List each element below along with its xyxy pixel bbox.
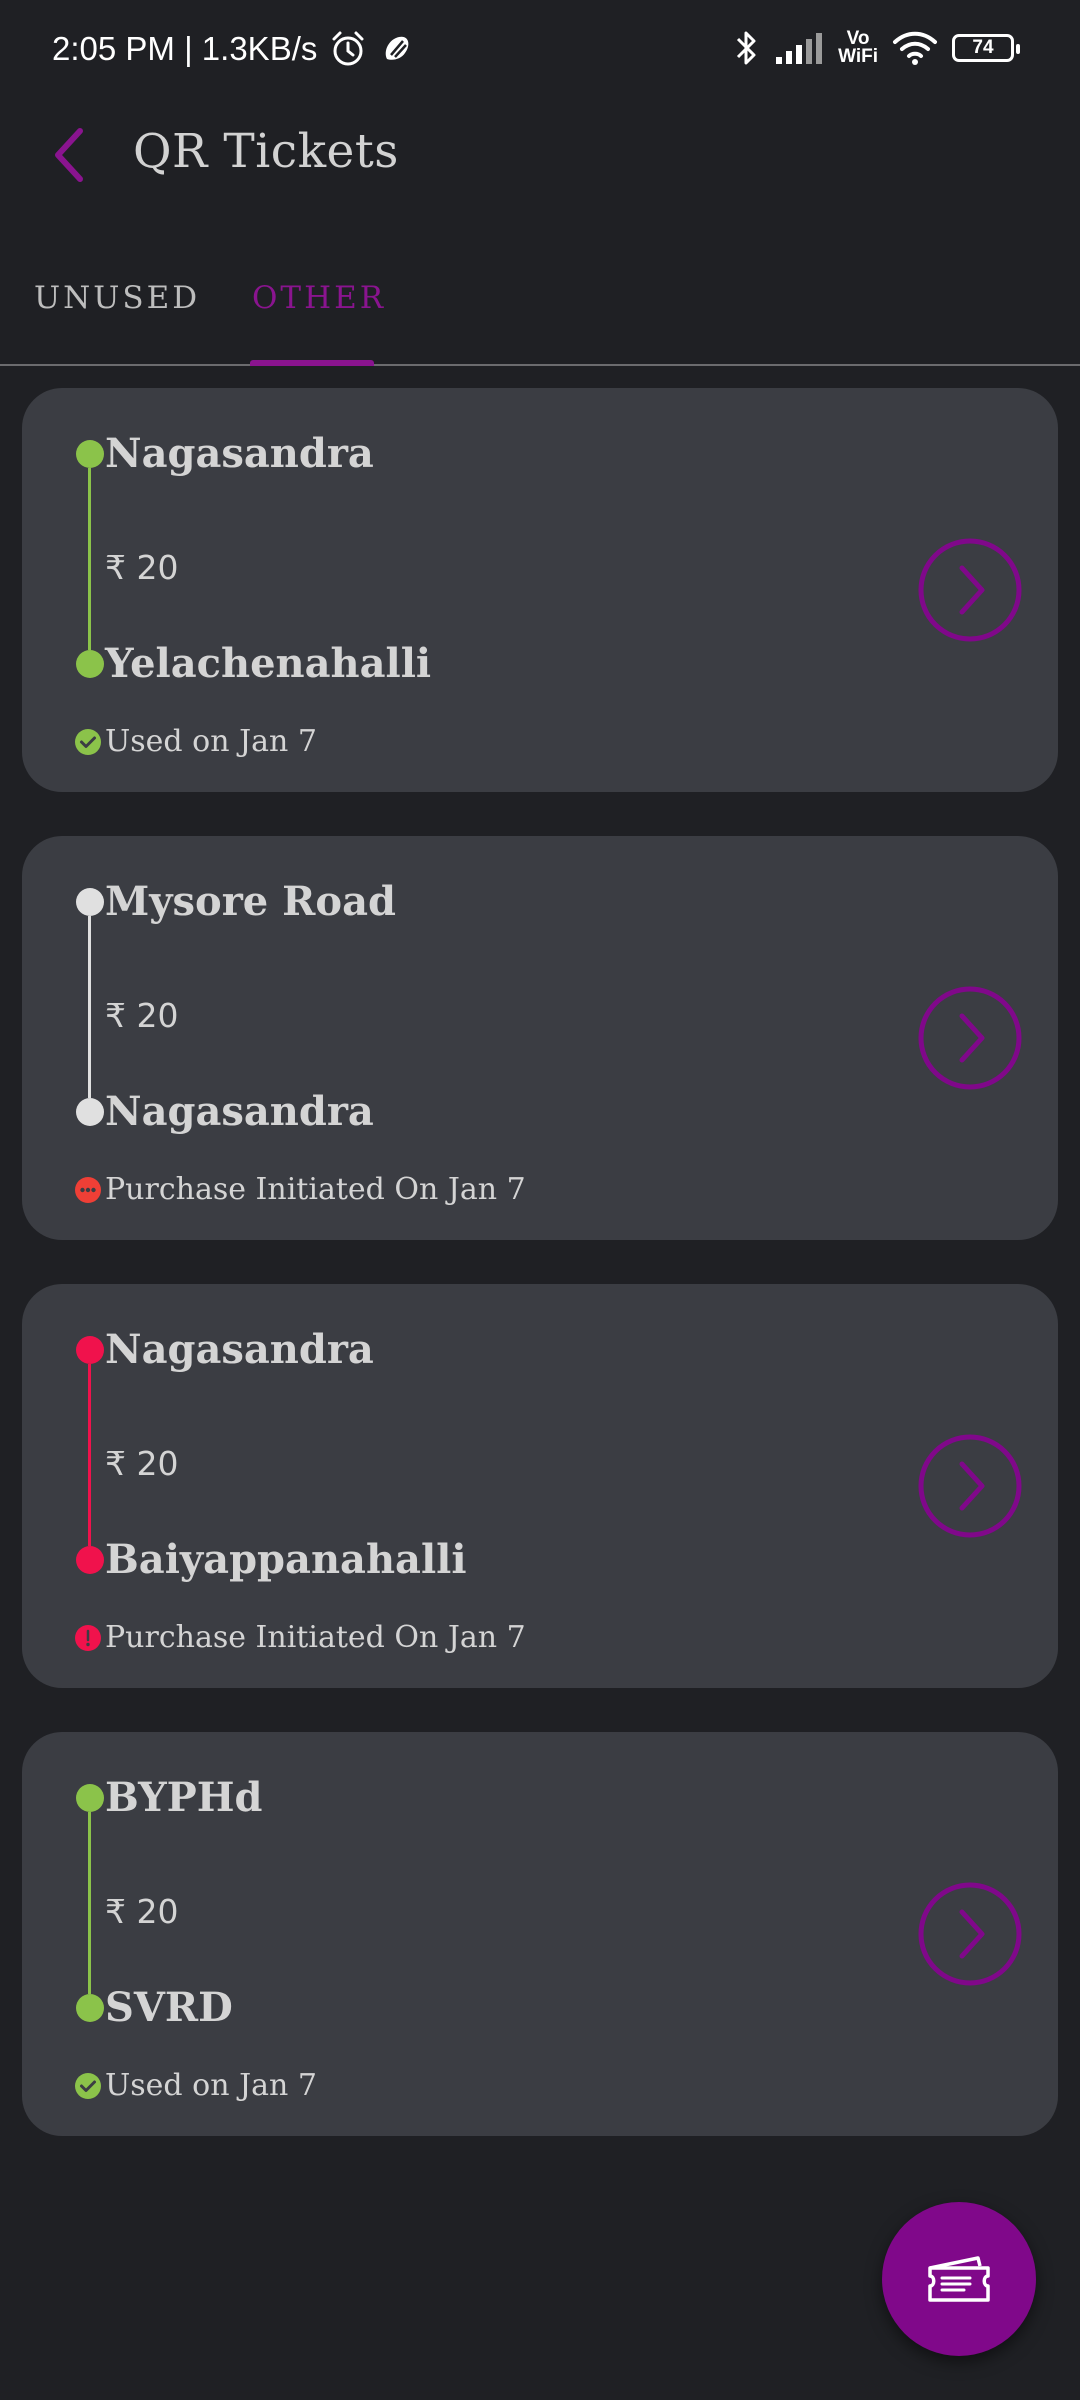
signal-icon xyxy=(776,33,823,64)
ticket-card[interactable]: BYPHd ₹ 20 SVRD Used on Jan 7 xyxy=(22,1732,1058,2136)
destination-dot xyxy=(76,650,104,678)
ticket-status: Purchase Initiated On Jan 7 xyxy=(105,1172,526,1207)
tab-other[interactable]: OTHER xyxy=(252,280,386,350)
battery-level: 74 xyxy=(972,37,994,58)
tab-bar: UNUSED OTHER xyxy=(0,250,1080,366)
app-notification-icon xyxy=(386,36,409,60)
origin-station: Nagasandra xyxy=(105,430,374,477)
alarm-icon xyxy=(332,31,364,66)
ticket-card[interactable]: Nagasandra ₹ 20 Yelachenahalli Used on J… xyxy=(22,388,1058,792)
check-circle-icon xyxy=(75,2073,101,2099)
origin-station: Mysore Road xyxy=(105,878,396,925)
bluetooth-icon xyxy=(737,31,756,65)
ticket-card[interactable]: Nagasandra ₹ 20 Baiyappanahalli Purchase… xyxy=(22,1284,1058,1688)
destination-dot xyxy=(76,1546,104,1574)
destination-dot xyxy=(76,1994,104,2022)
open-ticket-button[interactable] xyxy=(918,538,1022,642)
status-left: 2:05 PM | 1.3KB/s xyxy=(52,30,415,68)
ticket-icon xyxy=(928,2256,990,2302)
status-right: Vo WiFi 74 xyxy=(734,28,1020,68)
time-speed: 2:05 PM | 1.3KB/s xyxy=(52,30,318,67)
open-ticket-button[interactable] xyxy=(918,1434,1022,1538)
destination-station: Yelachenahalli xyxy=(105,640,432,687)
route-line xyxy=(88,1812,91,1994)
back-arrow-icon xyxy=(55,128,83,182)
ticket-status: Purchase Initiated On Jan 7 xyxy=(105,1620,526,1655)
open-ticket-button[interactable] xyxy=(918,1882,1022,1986)
origin-station: BYPHd xyxy=(105,1774,263,1821)
open-ticket-button[interactable] xyxy=(918,986,1022,1090)
origin-dot xyxy=(76,1784,104,1812)
destination-station: SVRD xyxy=(105,1984,233,2031)
route-line xyxy=(88,916,91,1098)
status-bar: 2:05 PM | 1.3KB/s Vo WiFi 74 xyxy=(0,0,1080,100)
fare: ₹ 20 xyxy=(105,548,179,587)
more-dots-icon xyxy=(75,1177,101,1203)
origin-station: Nagasandra xyxy=(105,1326,374,1373)
ticket-status: Used on Jan 7 xyxy=(105,2068,317,2103)
ticket-card[interactable]: Mysore Road ₹ 20 Nagasandra Purchase Ini… xyxy=(22,836,1058,1240)
buy-ticket-fab[interactable] xyxy=(882,2202,1036,2356)
destination-station: Baiyappanahalli xyxy=(105,1536,467,1583)
alert-circle-icon xyxy=(75,1625,101,1651)
origin-dot xyxy=(76,1336,104,1364)
tab-unused[interactable]: UNUSED xyxy=(34,280,200,350)
ticket-status: Used on Jan 7 xyxy=(105,724,317,759)
route-line xyxy=(88,468,91,650)
route-line xyxy=(88,1364,91,1546)
destination-dot xyxy=(76,1098,104,1126)
fare: ₹ 20 xyxy=(105,1892,179,1931)
destination-station: Nagasandra xyxy=(105,1088,374,1135)
battery-icon: 74 xyxy=(952,34,1020,62)
page-title: QR Tickets xyxy=(133,124,399,179)
back-button[interactable] xyxy=(40,122,100,188)
fare: ₹ 20 xyxy=(105,996,179,1035)
active-tab-indicator xyxy=(250,360,374,366)
vowifi-indicator: Vo WiFi xyxy=(838,28,878,67)
origin-dot xyxy=(76,888,104,916)
origin-dot xyxy=(76,440,104,468)
app-header: QR Tickets xyxy=(0,100,1080,210)
fare: ₹ 20 xyxy=(105,1444,179,1483)
wifi-icon xyxy=(893,31,937,65)
check-circle-icon xyxy=(75,729,101,755)
